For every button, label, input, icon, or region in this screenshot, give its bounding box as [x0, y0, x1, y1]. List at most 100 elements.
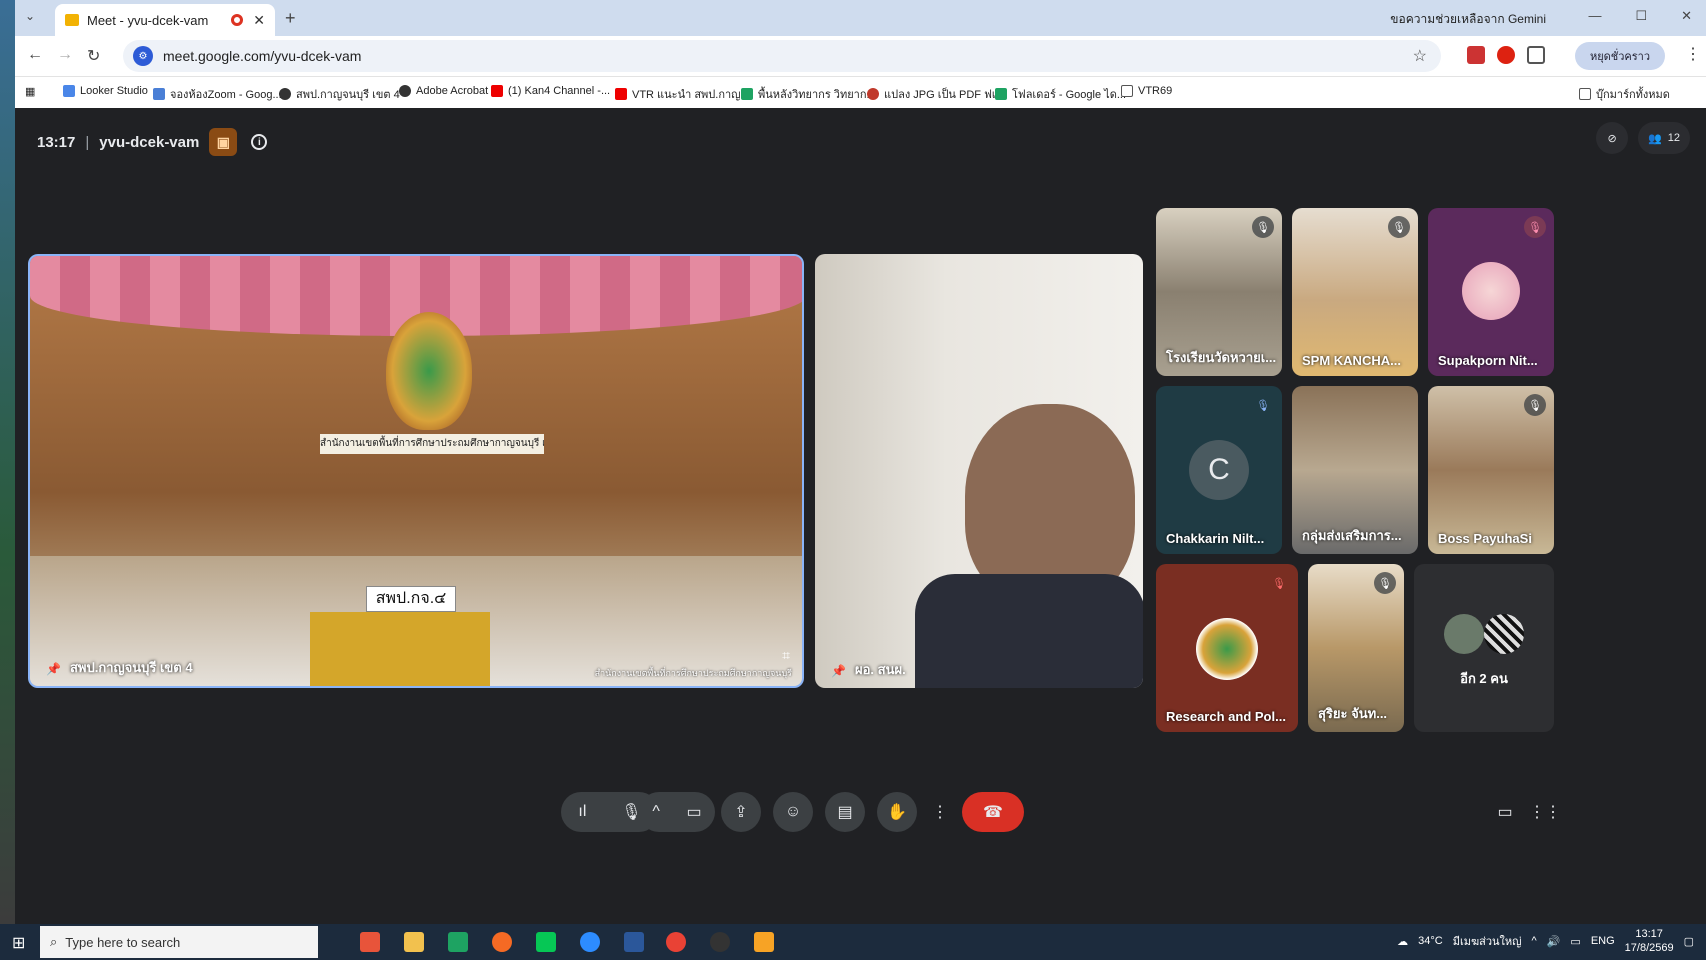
clock[interactable]: 13:17 17/8/2569 — [1625, 927, 1674, 955]
input-language[interactable]: ENG — [1591, 935, 1615, 947]
leave-call-button[interactable]: ☎ — [962, 792, 1024, 832]
firefox-icon[interactable] — [492, 932, 512, 952]
maximize-icon[interactable]: ☐ — [1635, 8, 1647, 24]
audio-level-icon: ıl — [578, 803, 587, 820]
mic-off-icon: 🎙 — [1252, 216, 1274, 238]
windows-taskbar: ⊞ ⌕ Type here to search ☁ 34°C มีเมฆส่วน… — [0, 924, 1706, 960]
mic-off-icon: 🎙 — [1524, 216, 1546, 238]
participant-tile[interactable]: 🎙 Boss PayuhaSi — [1428, 386, 1554, 554]
forward-icon[interactable]: → — [57, 46, 73, 64]
address-bar[interactable]: ⚙ meet.google.com/yvu-dcek-vam ☆ — [123, 40, 1441, 72]
gemini-button[interactable]: ขอความช่วยเหลือจาก Gemini — [1390, 10, 1546, 29]
chrome-icon[interactable] — [666, 932, 686, 952]
bookmark-item[interactable]: VTR69 — [1121, 85, 1172, 97]
close-tab-icon[interactable]: ✕ — [253, 12, 265, 29]
tab-search-icon[interactable]: ⌄ — [25, 9, 35, 23]
activities-grid-icon[interactable]: ⋮⋮ — [1527, 792, 1563, 832]
pin-icon[interactable]: 📌 — [831, 664, 846, 678]
participant-tile[interactable]: 🎙 C Chakkarin Nilt... — [1156, 386, 1282, 554]
all-bookmarks-label: บุ๊กมาร์กทั้งหมด — [1596, 89, 1670, 101]
bookmark-item[interactable]: โฟลเดอร์ - Google ได... — [995, 85, 1126, 103]
tile-watermark: สำนักงานเขตพื้นที่การศึกษาประถมศึกษากาญจ… — [594, 668, 792, 678]
participant-tile[interactable]: 🎙 Research and Pol... — [1156, 564, 1298, 732]
minimize-icon[interactable]: — — [1588, 8, 1601, 24]
bookmark-label: โฟลเดอร์ - Google ได... — [1012, 89, 1127, 101]
camera-group: ^ ▭ — [639, 792, 715, 832]
search-icon: ⌕ — [50, 934, 58, 949]
bookmark-label: (1) Kan4 Channel -... — [508, 85, 611, 97]
browser-chrome: ⌄ Meet - yvu-dcek-vam ✕ + ขอความช่วยเหลื… — [15, 0, 1706, 108]
camera-button[interactable]: ▭ — [687, 802, 702, 822]
chat-icon[interactable]: ▭ — [1487, 792, 1523, 832]
google-drive-icon[interactable] — [448, 932, 468, 952]
extension-vm-icon[interactable] — [1467, 46, 1485, 64]
bookmark-item[interactable]: (1) Kan4 Channel -... — [491, 85, 610, 97]
bookmark-item[interactable]: Adobe Acrobat — [399, 85, 488, 97]
avatar — [1444, 614, 1484, 654]
participant-tile[interactable]: กลุ่มส่งเสริมการ... — [1292, 386, 1418, 554]
call-controls: ıl 🎙 ^ ▭ ⇪ ☺ ▤ ✋ ⋮ ☎ ▭ ⋮⋮ — [15, 792, 1706, 840]
crop-icon[interactable]: ⌗ — [782, 647, 790, 664]
weather-temp: 34°C — [1418, 935, 1443, 947]
pinned-tile-second[interactable]: 📌 ผอ. สนผ. — [815, 254, 1143, 688]
mic-off-icon: 🎙 — [1524, 394, 1546, 416]
app-s-icon[interactable] — [360, 932, 380, 952]
meet-favicon-icon — [65, 14, 79, 26]
more-participants-tile[interactable]: อีก 2 คน — [1414, 564, 1554, 732]
taskbar-search[interactable]: ⌕ Type here to search — [40, 926, 318, 958]
pinned-tile-main[interactable]: สำนักงานเขตพื้นที่การศึกษาประถมศึกษากาญจ… — [28, 254, 804, 688]
word-icon[interactable] — [624, 932, 644, 952]
tile-name: กลุ่มส่งเสริมการ... — [1302, 528, 1402, 543]
participant-tile[interactable]: 🎙 Supakporn Nit... — [1428, 208, 1554, 376]
emoji-button[interactable]: ☺ — [773, 792, 813, 832]
apps-grid-icon[interactable]: ▦ — [25, 85, 35, 98]
notifications-icon[interactable]: ▢ — [1684, 935, 1694, 948]
meeting-info-icon[interactable]: i — [251, 134, 268, 150]
participant-tile[interactable]: 🎙 สุริยะ จันท... — [1308, 564, 1404, 732]
bookmark-star-icon[interactable]: ☆ — [1413, 46, 1427, 66]
emblem-graphic — [386, 312, 472, 430]
site-info-icon[interactable]: ⚙ — [133, 46, 153, 66]
bookmark-item[interactable]: VTR แนะนำ สพป.กาญ... — [615, 85, 750, 103]
line-icon[interactable] — [536, 932, 556, 952]
search-placeholder: Type here to search — [65, 934, 181, 950]
weather-desc: มีเมฆส่วนใหญ่ — [1452, 936, 1522, 948]
participants-button[interactable]: 👥 12 — [1638, 122, 1690, 154]
mic-off-icon: 🎙 — [1374, 572, 1396, 594]
extensions-puzzle-icon[interactable] — [1527, 46, 1545, 64]
present-screen-button[interactable]: ⇪ — [721, 792, 761, 832]
meeting-time: 13:17 — [37, 133, 76, 151]
tab-meet[interactable]: Meet - yvu-dcek-vam ✕ — [55, 4, 275, 36]
browser-menu-icon[interactable]: ⋮ — [1685, 44, 1701, 64]
bookmark-item[interactable]: แปลง JPG เป็น PDF ฟเ... — [867, 85, 1005, 103]
windows-start-icon[interactable]: ⊞ — [12, 933, 25, 953]
reload-icon[interactable]: ↻ — [87, 46, 100, 66]
tray-chevron-icon[interactable]: ^ — [1532, 935, 1537, 947]
zoom-icon[interactable] — [580, 932, 600, 952]
app-orange-icon[interactable] — [754, 932, 774, 952]
recording-off-icon[interactable]: ⊘ — [1596, 122, 1629, 154]
bookmark-item[interactable]: สพป.กาญจนบุรี เขต 4 — [279, 85, 400, 103]
profile-button[interactable]: หยุดชั่วคราว — [1575, 42, 1665, 70]
bookmark-item[interactable]: พื้นหลังวิทยากร วิทยาก... — [741, 85, 876, 103]
captions-button[interactable]: ▤ — [825, 792, 865, 832]
chevron-up-icon[interactable]: ^ — [652, 803, 660, 821]
participant-tile[interactable]: 🎙 SPM KANCHA... — [1292, 208, 1418, 376]
pin-icon[interactable]: 📌 — [46, 662, 61, 676]
close-window-icon[interactable]: ✕ — [1681, 8, 1692, 24]
more-options-button[interactable]: ⋮ — [927, 792, 953, 832]
extension-abp-icon[interactable] — [1497, 46, 1515, 64]
network-icon[interactable]: ▭ — [1570, 935, 1580, 948]
bookmark-item[interactable]: Looker Studio — [63, 85, 148, 97]
raise-hand-button[interactable]: ✋ — [877, 792, 917, 832]
all-bookmarks[interactable]: บุ๊กมาร์กทั้งหมด — [1579, 85, 1670, 103]
new-tab-button[interactable]: + — [285, 8, 296, 29]
table-cloth — [310, 612, 490, 686]
file-explorer-icon[interactable] — [404, 932, 424, 952]
host-controls-icon[interactable]: ▣ — [209, 128, 238, 156]
obs-icon[interactable] — [710, 932, 730, 952]
speaker-icon[interactable]: 🔊 — [1547, 935, 1561, 948]
bookmark-item[interactable]: จองห้องZoom - Goog... — [153, 85, 282, 103]
back-icon[interactable]: ← — [27, 46, 43, 64]
participant-tile[interactable]: 🎙 โรงเรียนวัดหวายเ... — [1156, 208, 1282, 376]
